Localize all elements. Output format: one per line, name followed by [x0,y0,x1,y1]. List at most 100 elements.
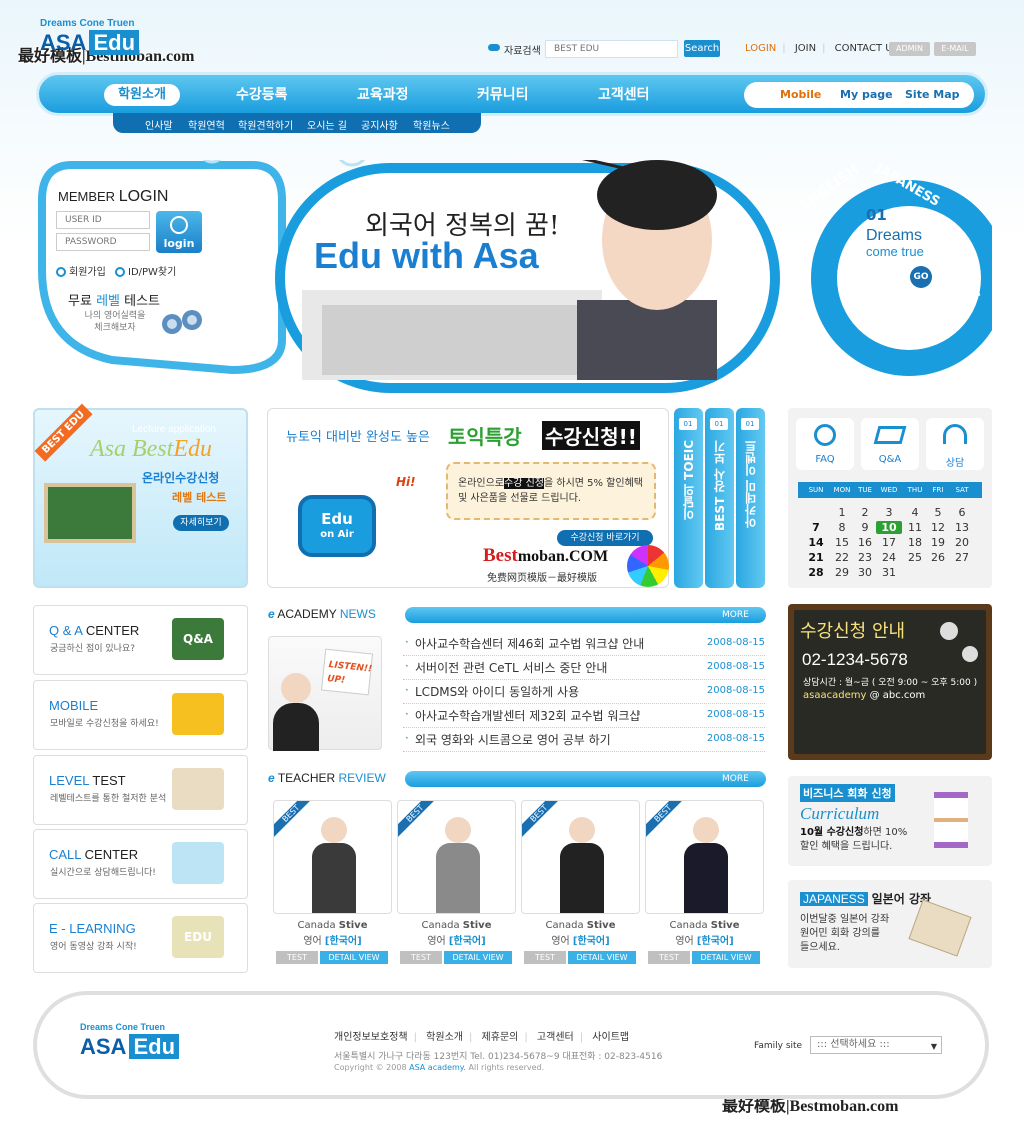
family-site-select[interactable]: ::: 선택하세요 ::: [810,1036,942,1055]
calendar-date[interactable]: 3 [876,506,902,519]
toeic-apply-button[interactable]: 수강신청 바로가기 [557,530,653,546]
footer-about[interactable]: 학원소개 [426,1032,463,1043]
footer-partnership[interactable]: 제휴문의 [482,1032,519,1043]
news-item-title[interactable]: 아사교수학습센터 제46회 교수법 워크샵 안내 [405,635,644,652]
family-site-label: Family site [754,1041,803,1051]
teacher-detail-button[interactable]: DETAIL VIEW [568,951,636,964]
subnav-directions[interactable]: 오시는 길 [307,117,347,132]
teacher-test-button[interactable]: TEST [524,951,566,964]
calendar-date[interactable]: 10 [876,521,902,534]
magnifier-book-icon [172,768,224,810]
color-wheel-icon [627,545,669,587]
teacher-name-text: Stive [710,920,740,931]
admin-button[interactable]: ADMIN [889,42,930,56]
tab-monthly-toeic[interactable]: 01 이달의 TOEIC [674,408,703,588]
login-button[interactable]: login [156,211,202,253]
news-item-title[interactable]: 서버이전 관련 CeTL 서비스 중단 안내 [405,659,607,676]
tab-academy-event[interactable]: 01 아카데미 이벤트 [736,408,765,588]
news-item-title[interactable]: LCDMS와 아이디 동일하게 사용 [405,683,579,700]
enrollment-hours: 상담시간 : 월~금 ( 오전 9:00 ~ 오후 5:00 ) [803,678,978,688]
teacher-detail-button[interactable]: DETAIL VIEW [692,951,760,964]
password-field[interactable] [56,233,150,251]
news-item[interactable]: 외국 영화와 시트콤으로 영어 공부 하기 2008-08-15 [403,728,765,752]
review-bar [405,771,766,787]
calendar-date[interactable]: 24 [876,551,902,564]
nav-sitemap[interactable]: Site Map [905,88,959,101]
bestmoban-sub: 免费网页模版－最好模版 [487,573,597,584]
teacher-test-button[interactable]: TEST [648,951,690,964]
news-item[interactable]: 서버이전 관련 CeTL 서비스 중단 안내 2008-08-15 [403,656,765,680]
teacher-detail-button[interactable]: DETAIL VIEW [444,951,512,964]
nav-item-community[interactable]: 커뮤니티 [477,84,529,104]
logo[interactable]: ASA Edu [40,30,140,56]
nav-mobile[interactable]: Mobile [780,88,821,101]
calendar-date[interactable]: 23 [852,551,878,564]
news-item[interactable]: LCDMS와 아이디 동일하게 사용 2008-08-15 [403,680,765,704]
user-id-field[interactable] [56,211,150,229]
teacher-test-button[interactable]: TEST [276,951,318,964]
e-learning-sub: 영어 동영상 강좌 시작! [50,942,137,952]
join-link[interactable]: JOIN [795,43,816,54]
hi-bubble: Hi! [396,475,416,489]
teacher-detail-button[interactable]: DETAIL VIEW [320,951,388,964]
search-button[interactable]: Search [684,40,720,57]
top-links: LOGIN | JOIN | CONTACT US [745,43,899,54]
calendar-date[interactable]: 19 [925,536,951,549]
login-link[interactable]: LOGIN [745,43,776,54]
teacher-card[interactable]: BEST [397,800,516,914]
calendar-date[interactable]: 6 [949,506,975,519]
review-more-link[interactable]: MORE [722,774,749,784]
nav-mypage[interactable]: My page [840,88,893,101]
calendar-date[interactable]: 26 [925,551,951,564]
footer-support[interactable]: 고객센터 [537,1032,574,1043]
calendar-date[interactable]: 27 [949,551,975,564]
footer-logo[interactable]: ASA Edu [80,1034,180,1060]
footer-sitemap[interactable]: 사이트맵 [592,1032,629,1043]
calendar-date[interactable]: 13 [949,521,975,534]
calendar-date[interactable]: 16 [852,536,878,549]
nav-item-about[interactable]: 학원소개 [104,84,180,106]
nav-item-support[interactable]: 고객센터 [598,84,650,104]
bestmoban-logo: Bestmoban.COM [483,545,609,566]
footer-privacy[interactable]: 개인정보보호정책 [334,1032,408,1043]
calendar-date[interactable]: 7 [803,521,829,534]
search-input[interactable] [545,40,678,58]
subnav-notice[interactable]: 공지사항 [361,117,398,132]
calendar-date[interactable]: 2 [852,506,878,519]
calendar-date[interactable]: 28 [803,566,829,579]
tab-best-teacher[interactable]: 01 BEST 강사 보기 [705,408,734,588]
teacher-test-button[interactable]: TEST [400,951,442,964]
subnav-history[interactable]: 학원연혁 [188,117,225,132]
nav-item-courses[interactable]: 교육과정 [357,84,409,104]
news-item[interactable]: 아사교수학습개발센터 제32회 교수법 워크샵 2008-08-15 [403,704,765,728]
listen-sign: LISTEN!! UP! [320,648,374,696]
calendar-date[interactable]: 17 [876,536,902,549]
calendar-date[interactable]: 30 [852,566,878,579]
news-item[interactable]: 아사교수학습센터 제46회 교수법 워크샵 안내 2008-08-15 [403,632,765,656]
woman-body [273,703,319,751]
go-button[interactable]: GO [910,266,932,288]
teacher-card[interactable]: BEST [273,800,392,914]
teacher-photo [684,817,728,913]
news-item-title[interactable]: 외국 영화와 시트콤으로 영어 공부 하기 [405,731,611,748]
subnav-news[interactable]: 학원뉴스 [413,117,450,132]
news-item-title[interactable]: 아사교수학습개발센터 제32회 교수법 워크샵 [405,707,640,724]
teacher-card[interactable]: BEST [521,800,640,914]
calendar-date[interactable]: 12 [925,521,951,534]
subnav-greeting[interactable]: 인사말 [145,117,173,132]
teacher-card[interactable]: BEST [645,800,764,914]
calendar-date[interactable]: 9 [852,521,878,534]
find-id-pw-link[interactable]: ID/PW찾기 [115,263,176,278]
subnav-tour[interactable]: 학원견학하기 [238,117,293,132]
calendar-date[interactable]: 21 [803,551,829,564]
lecture-detail-button[interactable]: 자세히보기 [173,515,229,531]
calendar-date[interactable]: 31 [876,566,902,579]
level-test-title[interactable]: 무료 레벨 테스트 [68,290,160,309]
news-more-link[interactable]: MORE [722,610,749,620]
calendar-date[interactable]: 20 [949,536,975,549]
nav-item-registration[interactable]: 수강등록 [236,84,288,104]
calendar-date[interactable]: 14 [803,536,829,549]
join-member-link[interactable]: 회원가입 [56,263,106,278]
email-button[interactable]: E-MAIL [934,42,976,56]
calendar-date[interactable]: 5 [925,506,951,519]
